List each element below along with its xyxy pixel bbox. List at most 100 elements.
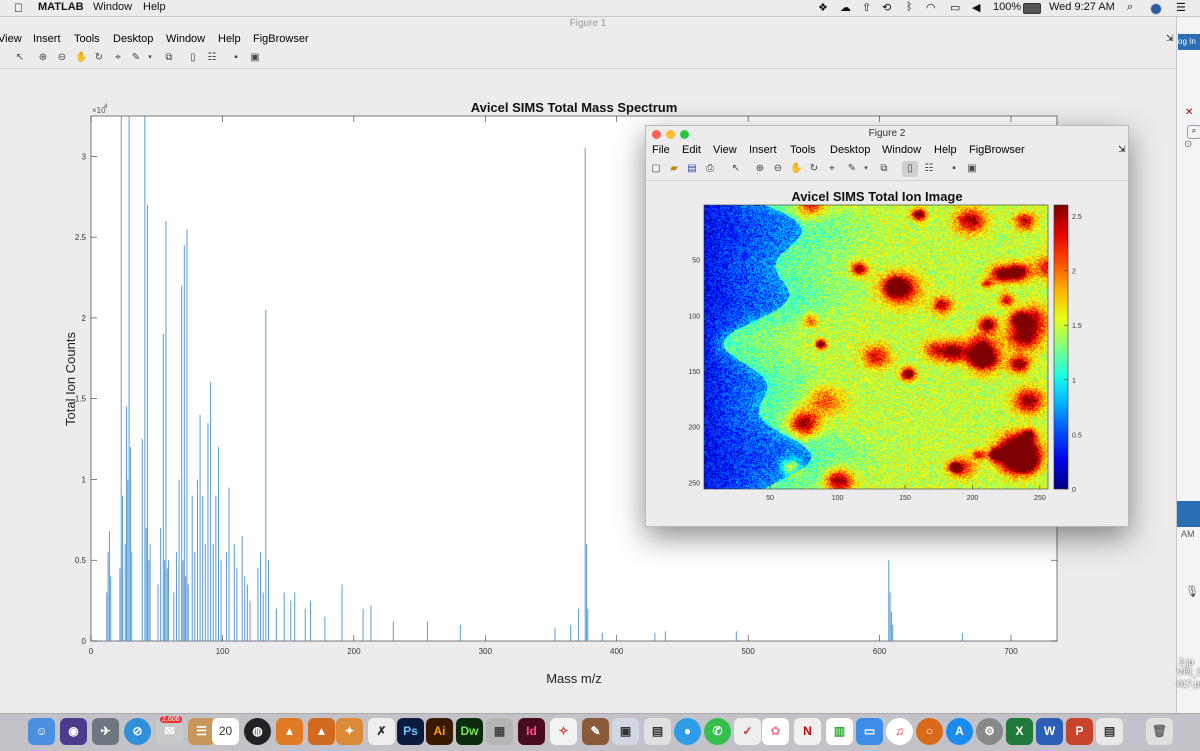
photos-icon[interactable]: ✿ — [762, 718, 789, 745]
help-circle-icon[interactable]: ⊙ — [1184, 139, 1192, 150]
pan-hand-icon[interactable]: ✋ — [790, 163, 802, 175]
word-icon[interactable]: W — [1036, 718, 1063, 745]
matlab-icon-2[interactable]: ▲ — [308, 718, 335, 745]
launchpad-icon[interactable]: ✈ — [92, 718, 119, 745]
fig2-menu-view[interactable]: View — [713, 144, 737, 156]
show-plot-tools-icon[interactable]: ▣ — [966, 163, 978, 175]
fig2-menu-edit[interactable]: Edit — [682, 144, 701, 156]
notification-center-icon[interactable]: ☰ — [1176, 1, 1186, 14]
legend-icon[interactable]: ☷ — [923, 163, 935, 175]
hide-plot-tools-icon[interactable]: ▪ — [230, 52, 242, 64]
airplay-icon[interactable]: ▭ — [950, 1, 960, 14]
calendar-icon[interactable]: 20 — [212, 718, 239, 745]
link-plot-icon[interactable]: ⧉ — [878, 163, 890, 175]
show-plot-tools-icon[interactable]: ▣ — [249, 52, 261, 64]
books-icon[interactable]: ○ — [916, 718, 943, 745]
bluetooth-icon[interactable]: ᛒ — [906, 1, 913, 13]
photoshop-icon[interactable]: Ps — [397, 718, 424, 745]
pointer-tool-icon[interactable]: ↖ — [14, 52, 26, 64]
search-icon[interactable]: ⌕ — [1187, 125, 1200, 139]
spotlight-search-icon[interactable]: ⌕ — [1127, 1, 1133, 14]
facetime-icon[interactable]: ✆ — [704, 718, 731, 745]
brush-icon[interactable]: ✎ — [130, 52, 142, 64]
reminders-icon[interactable]: ✓ — [734, 718, 761, 745]
close-x-icon[interactable]: ✕ — [1185, 107, 1193, 118]
finder-icon[interactable]: ☺ — [28, 718, 55, 745]
zoom-window-icon[interactable] — [680, 130, 689, 139]
ion-image-plot[interactable]: Avicel SIMS Total Ion Image 50 100 150 200 2… — [646, 181, 1128, 526]
battery-percent[interactable]: 100% — [993, 1, 1021, 13]
utility-icon[interactable]: ✦ — [336, 718, 363, 745]
open-file-icon[interactable]: ▰ — [668, 163, 680, 175]
login-button[interactable]: og In — [1178, 34, 1200, 50]
pan-hand-icon[interactable]: ✋ — [75, 52, 87, 64]
zoom-in-icon[interactable]: ⊕ — [37, 52, 49, 64]
safari-icon[interactable]: ⊘ — [124, 718, 151, 745]
package-icon[interactable]: ▦ — [486, 718, 513, 745]
dreamweaver-icon[interactable]: Dw — [456, 718, 483, 745]
new-figure-icon[interactable]: ▢ — [650, 163, 662, 175]
menu-window[interactable]: Window — [93, 1, 132, 13]
fig1-menu-window[interactable]: Window — [166, 33, 205, 45]
time-machine-icon[interactable]: ⟲ — [882, 1, 891, 14]
matlab-icon[interactable]: ▲ — [276, 718, 303, 745]
battery-icon[interactable] — [1023, 3, 1041, 14]
link-plot-icon[interactable]: ⧉ — [163, 52, 175, 64]
fig2-menu-tools[interactable]: Tools — [790, 144, 816, 156]
siri-app-icon[interactable]: ◉ — [60, 718, 87, 745]
data-cursor-icon[interactable]: ⌖ — [112, 52, 124, 64]
close-window-icon[interactable] — [652, 130, 661, 139]
app-store-icon[interactable]: A — [946, 718, 973, 745]
rotate-3d-icon[interactable]: ↻ — [808, 163, 820, 175]
acrobat-icon[interactable]: ✧ — [550, 718, 577, 745]
dropbox-icon[interactable]: ❖ — [818, 1, 828, 14]
wifi-icon[interactable]: ◠ — [926, 1, 936, 14]
zoom-out-icon[interactable]: ⊖ — [56, 52, 68, 64]
zoom-out-icon[interactable]: ⊖ — [772, 163, 784, 175]
legend-icon[interactable]: ☷ — [206, 52, 218, 64]
excel-icon[interactable]: X — [1006, 718, 1033, 745]
desktop-file-label[interactable]: 2.jp — [1179, 657, 1194, 667]
fig1-menu-figbrowser[interactable]: FigBrowser — [253, 33, 309, 45]
trash-icon[interactable]: 🗑 — [1146, 718, 1173, 745]
brush-dropdown-icon[interactable]: ▾ — [144, 52, 156, 64]
fig1-menu-view[interactable]: View — [0, 33, 22, 45]
illustrator-icon[interactable]: Ai — [426, 718, 453, 745]
menu-help[interactable]: Help — [143, 1, 166, 13]
fig1-menu-tools[interactable]: Tools — [74, 33, 100, 45]
hide-plot-tools-icon[interactable]: ▪ — [948, 163, 960, 175]
news-icon[interactable]: N — [794, 718, 821, 745]
brush-dropdown-icon[interactable]: ▾ — [860, 163, 872, 175]
fig2-menu-help[interactable]: Help — [934, 144, 957, 156]
fig2-menu-figbrowser[interactable]: FigBrowser — [969, 144, 1025, 156]
print-icon[interactable]: ⎙ — [704, 163, 716, 175]
pointer-tool-icon[interactable]: ↖ — [730, 163, 742, 175]
indesign-icon[interactable]: Id — [518, 718, 545, 745]
upload-icon[interactable]: ⇧ — [862, 1, 871, 14]
contacts-icon[interactable]: ☰ — [188, 718, 215, 745]
fig1-menu-desktop[interactable]: Desktop — [113, 33, 153, 45]
zoom-in-icon[interactable]: ⊕ — [754, 163, 766, 175]
messages-icon[interactable]: ● — [674, 718, 701, 745]
fig2-menu-window[interactable]: Window — [882, 144, 921, 156]
microphone-icon[interactable]: 🎙 — [1185, 585, 1199, 598]
preview-photos-icon[interactable]: ▣ — [612, 718, 639, 745]
save-icon[interactable]: ▤ — [686, 163, 698, 175]
music-icon[interactable]: ♫ — [886, 718, 913, 745]
siri-icon[interactable] — [1150, 3, 1162, 15]
fig2-menu-insert[interactable]: Insert — [749, 144, 777, 156]
keynote-icon[interactable]: ▭ — [856, 718, 883, 745]
powerpoint-icon[interactable]: P — [1066, 718, 1093, 745]
colorbar-icon[interactable]: ▯ — [902, 161, 918, 177]
minimize-window-icon[interactable] — [666, 130, 675, 139]
rotate-3d-icon[interactable]: ↻ — [93, 52, 105, 64]
brush-icon[interactable]: ✎ — [846, 163, 858, 175]
data-cursor-icon[interactable]: ⌖ — [826, 163, 838, 175]
preview-icon[interactable]: ✗ — [368, 718, 395, 745]
system-preferences-icon[interactable]: ⚙ — [976, 718, 1003, 745]
app-menu-matlab[interactable]: MATLAB — [38, 1, 84, 13]
fig2-menu-file[interactable]: File — [652, 144, 670, 156]
menubar-clock[interactable]: Wed 9:27 AM — [1049, 1, 1115, 13]
cloud-icon[interactable]: ☁ — [840, 1, 851, 14]
numbers-icon[interactable]: ▥ — [826, 718, 853, 745]
